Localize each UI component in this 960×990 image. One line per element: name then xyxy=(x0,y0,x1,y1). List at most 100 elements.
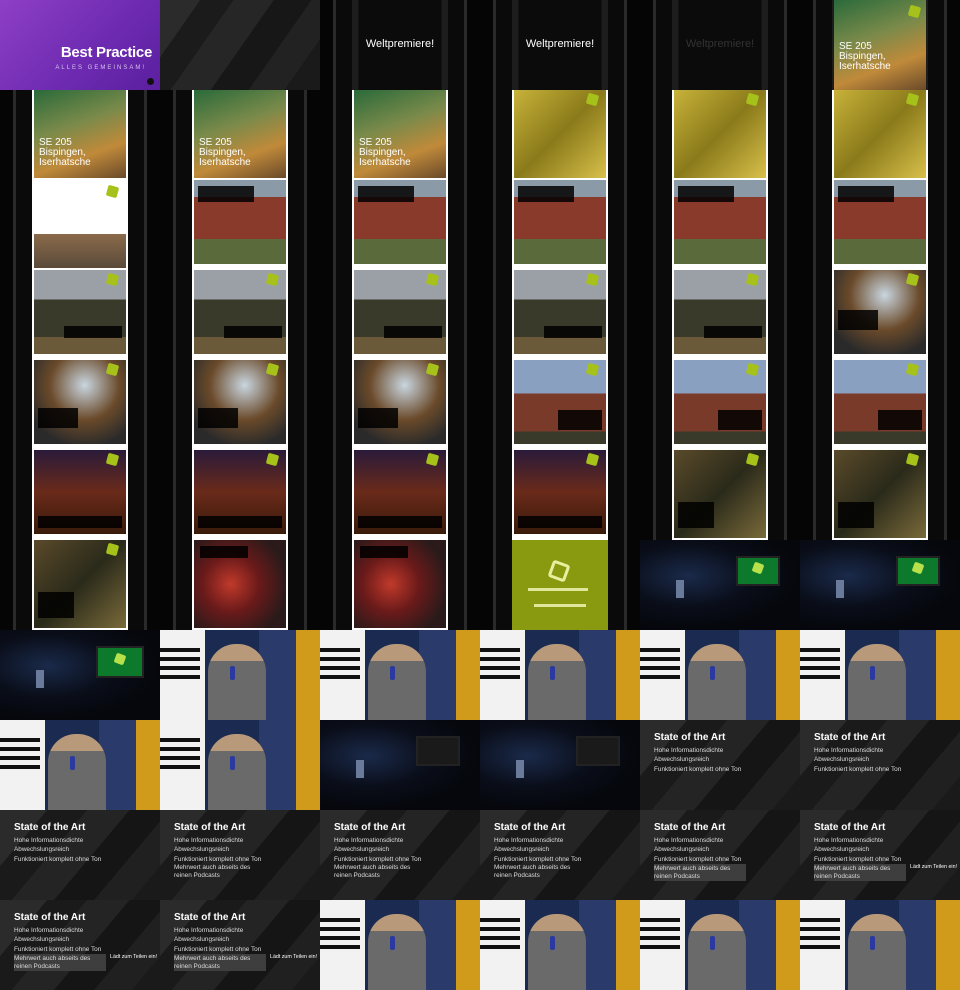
speaker xyxy=(36,670,44,688)
photo-hall xyxy=(34,450,126,534)
slide-bullet-highlighted: Mehrwert auch abseits des reinen Podcast… xyxy=(654,864,746,882)
end-card xyxy=(512,540,608,630)
logo-badge-icon xyxy=(905,362,920,377)
slide-title: State of the Art xyxy=(654,732,726,743)
microphone-icon xyxy=(870,666,876,680)
microphone-icon xyxy=(710,666,716,680)
slide-bullet: Abwechslungsreich xyxy=(334,846,390,854)
photo-hall xyxy=(194,450,286,534)
speaker xyxy=(836,580,844,598)
photo-shop xyxy=(34,540,126,628)
speaker xyxy=(368,644,426,720)
photo-tower xyxy=(834,360,926,444)
logo-badge-icon xyxy=(425,452,440,467)
slide-title: State of the Art xyxy=(14,912,86,923)
slide-bullet: Abwechslungsreich xyxy=(14,936,70,944)
slide-bullet: Hohe Informationsdichte xyxy=(174,837,244,844)
logo-badge-icon xyxy=(751,561,765,575)
logo-badge-icon xyxy=(905,92,920,107)
logo-badge-icon xyxy=(425,272,440,287)
speaker-closeup-5 xyxy=(800,630,960,720)
logo-badge-icon xyxy=(105,272,120,287)
slide-bullet: Abwechslungsreich xyxy=(174,846,230,854)
slide-bullet: Mehrwert auch abseits des reinen Podcast… xyxy=(174,864,251,879)
slide-bullet: Funktioniert komplett ohne Ton xyxy=(814,855,902,863)
slide-bullet: Funktioniert komplett ohne Ton xyxy=(494,855,582,863)
feed-strip-5 xyxy=(640,90,800,540)
map-tile xyxy=(674,90,766,178)
slide-bullet: Abwechslungsreich xyxy=(654,846,710,854)
microphone-icon xyxy=(390,666,396,680)
photo-dome xyxy=(354,360,446,444)
speaker xyxy=(356,760,364,778)
slide-bullet: Abwechslungsreich xyxy=(814,756,870,764)
slide-title: State of the Art xyxy=(654,822,726,833)
slide-bullet: Hohe Informationsdichte xyxy=(494,837,564,844)
slide-bullet: Funktioniert komplett ohne Ton xyxy=(174,945,262,953)
speaker-closeup-9 xyxy=(480,900,640,990)
speaker xyxy=(516,760,524,778)
speaker xyxy=(676,580,684,598)
logo-badge-icon xyxy=(425,362,440,377)
best-practice-title: Best Practice xyxy=(60,44,152,61)
photo-tree xyxy=(514,270,606,354)
logo-badge-icon xyxy=(113,652,127,666)
projection-screen xyxy=(576,736,620,766)
slide-bullet: Funktioniert komplett ohne Ton xyxy=(174,855,262,863)
logo-badge-icon xyxy=(585,362,600,377)
speaker xyxy=(688,914,746,990)
best-practice-slide: Best Practice ALLES GEMEINSAM! xyxy=(0,0,160,90)
microphone-icon xyxy=(230,756,236,770)
speaker-closeup-4 xyxy=(640,630,800,720)
state-of-art-slide-4: State of the Art Hohe Informationsdichte… xyxy=(160,810,320,900)
state-of-art-slide-10: State of the Art Hohe Informationsdichte… xyxy=(160,900,320,990)
photo-building xyxy=(674,180,766,264)
photo-tree xyxy=(194,270,286,354)
slide-bullet: Hohe Informationsdichte xyxy=(334,837,404,844)
feed-strip-1: SE 205 Bispingen, Iserhatsche xyxy=(0,90,160,630)
share-note: Lädt zum Teilen ein! xyxy=(910,864,958,870)
premiere-label-faded: Weltpremiere! xyxy=(685,38,755,50)
logo-badge-icon xyxy=(745,92,760,107)
feed-strip-3: SE 205 Bispingen, Iserhatsche xyxy=(320,90,480,630)
speaker xyxy=(848,914,906,990)
logo-badge-icon xyxy=(265,452,280,467)
stage-wide-1 xyxy=(640,540,800,630)
feed-strip-4 xyxy=(480,90,640,630)
feed-strip-6 xyxy=(800,90,960,540)
speaker-closeup-8 xyxy=(320,900,480,990)
speaker xyxy=(368,914,426,990)
slide-title: State of the Art xyxy=(494,822,566,833)
logo-badge-icon xyxy=(905,452,920,467)
state-of-art-slide-2: State of the Art Hohe Informationsdichte… xyxy=(800,720,960,810)
premiere-label: Weltpremiere! xyxy=(525,38,595,50)
logo-badge-icon xyxy=(907,4,922,19)
slide-bullet: Funktioniert komplett ohne Ton xyxy=(334,855,422,863)
photo-building xyxy=(354,180,446,264)
logo-badge-icon xyxy=(911,561,925,575)
slide-bullet: Abwechslungsreich xyxy=(814,846,870,854)
premiere-frame-1: Weltpremiere! xyxy=(320,0,480,90)
state-of-art-slide-8: State of the Art Hohe Informationsdichte… xyxy=(800,810,960,900)
stage-wide-4 xyxy=(320,720,480,810)
speaker xyxy=(528,914,586,990)
microphone-icon xyxy=(70,756,76,770)
slide-bullet: Mehrwert auch abseits des reinen Podcast… xyxy=(334,864,411,879)
projection-screen xyxy=(96,646,144,678)
dark-slide-1 xyxy=(160,0,320,90)
best-practice-subtitle: ALLES GEMEINSAM! xyxy=(55,65,146,71)
microphone-icon xyxy=(230,666,236,680)
projection-screen xyxy=(896,556,940,586)
state-of-art-slide-1: State of the Art Hohe Informationsdichte… xyxy=(640,720,800,810)
photo-rock xyxy=(34,234,126,268)
photo-building xyxy=(194,180,286,264)
state-of-art-slide-3: State of the Art Hohe Informationsdichte… xyxy=(0,810,160,900)
photo-dome xyxy=(834,270,926,354)
share-note: Lädt zum Teilen ein! xyxy=(270,954,318,960)
speaker xyxy=(688,644,746,720)
photo-dome xyxy=(34,360,126,444)
speaker xyxy=(48,734,106,810)
speaker-closeup-7 xyxy=(160,720,320,810)
episode-cover: SE 205 Bispingen, Iserhatsche xyxy=(834,0,926,90)
contact-sheet: Best Practice ALLES GEMEINSAM! Weltpremi… xyxy=(0,0,960,990)
